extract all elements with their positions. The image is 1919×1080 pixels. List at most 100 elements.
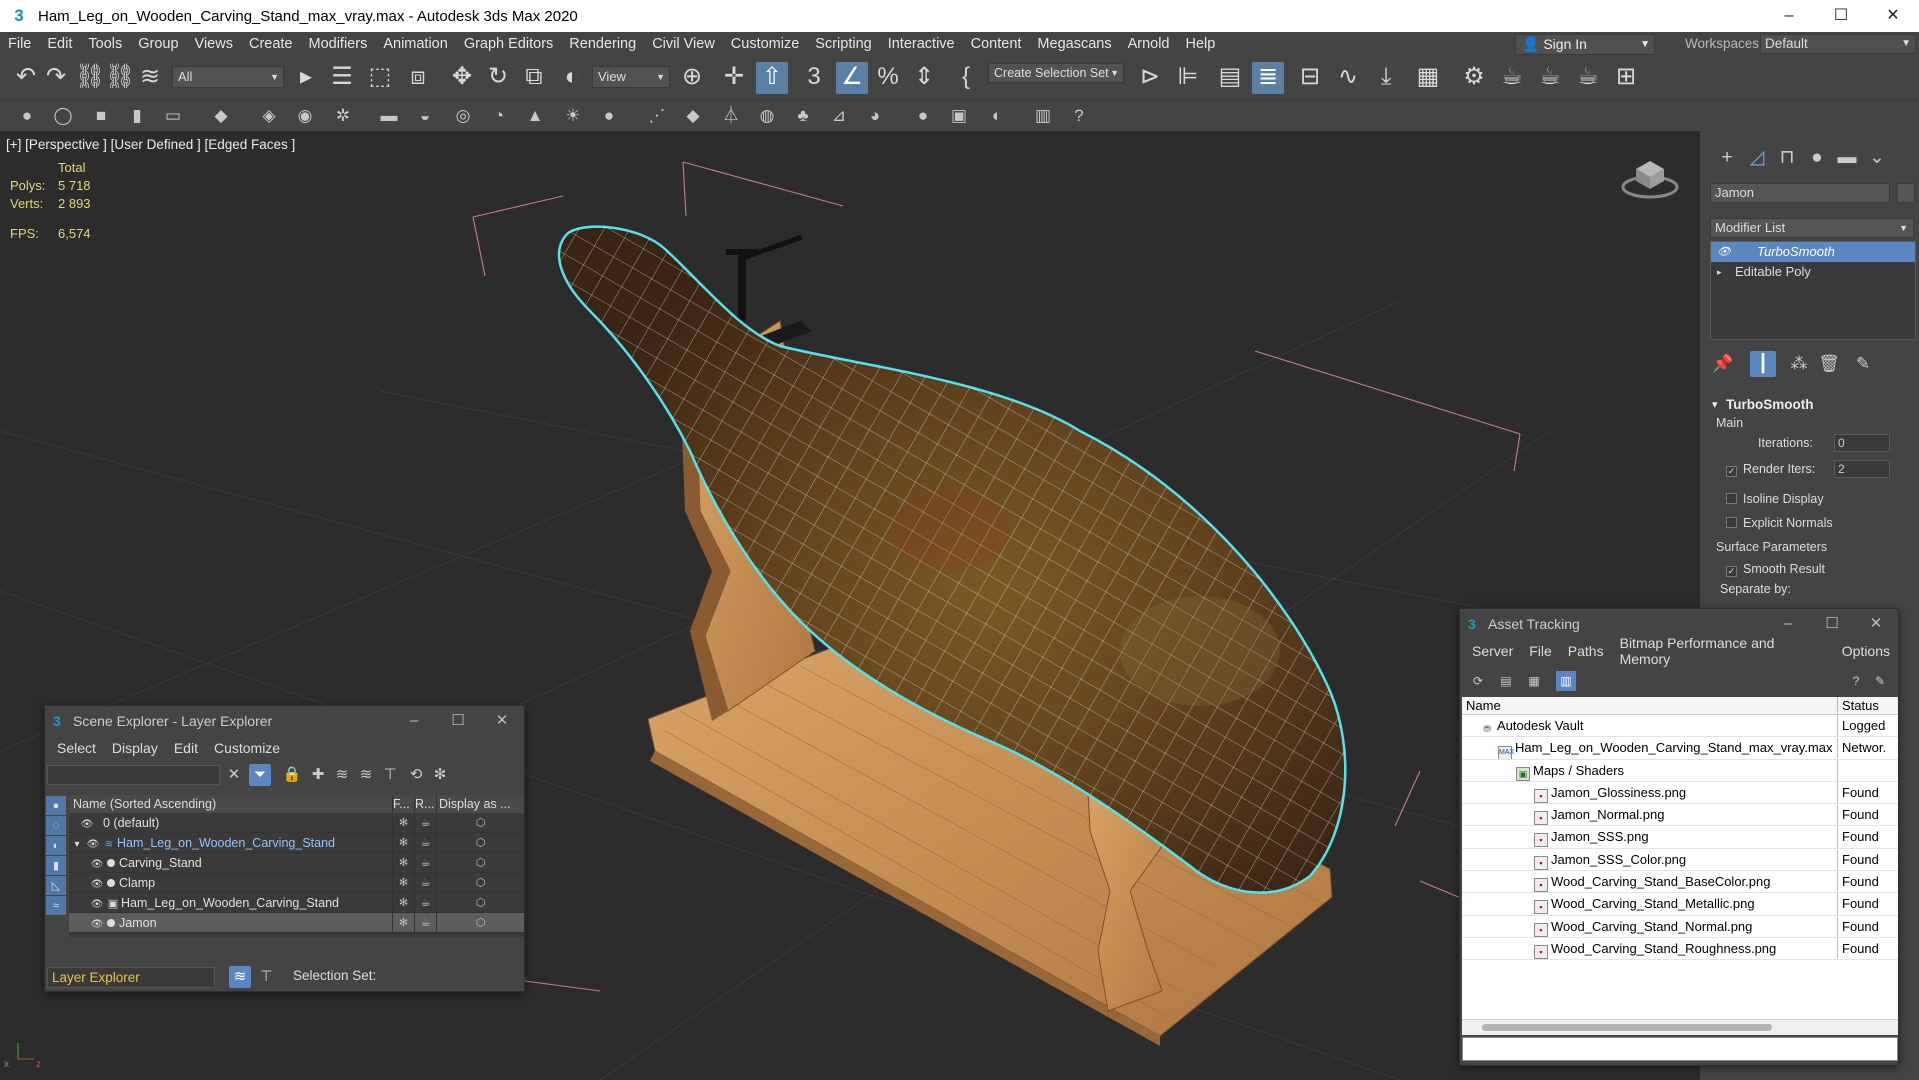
stack-item-editable-poly[interactable]: ▸ Editable Poly xyxy=(1711,262,1915,282)
search-input[interactable] xyxy=(47,765,220,785)
freeze-icon[interactable]: ✻ xyxy=(392,893,414,912)
vray-sphere-light-icon[interactable]: ◎ xyxy=(450,103,476,129)
window-crossing-icon[interactable]: ⧈ xyxy=(402,62,434,94)
table-row[interactable]: ▪ Jamon_Normal.png Found xyxy=(1462,804,1898,827)
vray-dome-camera-icon[interactable]: ◕ xyxy=(862,103,888,129)
display-lights-icon[interactable]: ◐ xyxy=(46,836,66,856)
display-spacewarps-icon[interactable]: ≈ xyxy=(46,896,66,916)
at-menu-paths[interactable]: Paths xyxy=(1560,643,1612,659)
layers-icon[interactable]: ≋ xyxy=(331,764,353,786)
torus-icon[interactable]: ◯ xyxy=(50,103,76,129)
vray-displacement-icon[interactable]: ⏃ xyxy=(718,103,744,129)
rendered-frame-window-icon[interactable]: ☕ xyxy=(1496,62,1528,94)
create-layer-icon[interactable]: ✚ xyxy=(307,764,329,786)
menu-modifiers[interactable]: Modifiers xyxy=(301,32,376,56)
utilities-tab-icon[interactable]: ⌄ xyxy=(1862,147,1892,169)
freeze-icon[interactable]: ✻ xyxy=(392,813,414,832)
mirror-icon[interactable]: ⊳ xyxy=(1134,62,1166,94)
menu-help[interactable]: Help xyxy=(1178,32,1224,56)
expand-arrow-icon[interactable]: ▸ xyxy=(1717,262,1735,282)
pin-stack-icon[interactable]: 📌 xyxy=(1710,351,1736,377)
layers-toggle-icon[interactable]: ≋ xyxy=(229,966,251,988)
vray-fur-icon[interactable]: ⋰ xyxy=(644,103,670,129)
layers-stack-icon[interactable]: ≋ xyxy=(355,764,377,786)
table-row[interactable]: MAXHam_Leg_on_Wooden_Carving_Stand_max_v… xyxy=(1462,737,1898,760)
link-icon[interactable]: ⛓ xyxy=(74,62,106,94)
menu-animation[interactable]: Animation xyxy=(375,32,455,56)
rectangular-selection-icon[interactable]: ⬚ xyxy=(364,62,396,94)
workspaces-dropdown[interactable]: Default ▼ xyxy=(1760,34,1916,54)
column-renderable[interactable]: R... xyxy=(414,795,436,813)
teapot-icon[interactable]: ☕ xyxy=(414,813,436,832)
plane-icon[interactable]: ▭ xyxy=(160,103,186,129)
table-row[interactable]: ▪ Wood_Carving_Stand_BaseColor.png Found xyxy=(1462,871,1898,894)
render-production-icon[interactable]: ☕ xyxy=(1534,62,1566,94)
table-row[interactable]: ▪ Wood_Carving_Stand_Roughness.png Found xyxy=(1462,937,1898,961)
display-shapes-icon[interactable]: ◌ xyxy=(46,816,66,836)
vray-material-icon[interactable]: ▣ xyxy=(946,103,972,129)
vray-clipper-icon[interactable]: ♣ xyxy=(790,103,816,129)
show-end-result-icon[interactable]: ┃ xyxy=(1750,351,1776,377)
explicit-normals-checkbox[interactable]: Explicit Normals xyxy=(1726,516,1833,530)
display-as-icon[interactable]: ⬡ xyxy=(436,893,524,912)
freeze-icon[interactable]: ✻ xyxy=(392,913,414,932)
display-as-icon[interactable]: ⬡ xyxy=(436,833,524,852)
scale-icon[interactable]: ⧉ xyxy=(518,62,550,94)
box-icon[interactable]: ■ xyxy=(88,103,114,129)
move-icon[interactable]: ✥ xyxy=(446,62,478,94)
display-none-icon[interactable]: ● xyxy=(46,796,66,816)
menu-file[interactable]: File xyxy=(0,32,39,56)
se-menu-display[interactable]: Display xyxy=(104,740,166,756)
ribbon-toggle-icon[interactable]: ⊟ xyxy=(1294,62,1326,94)
menu-content[interactable]: Content xyxy=(963,32,1030,56)
menu-group[interactable]: Group xyxy=(130,32,186,56)
table-row[interactable]: ▪ Wood_Carving_Stand_Metallic.png Found xyxy=(1462,893,1898,916)
material-editor-icon[interactable]: ▦ xyxy=(1412,62,1444,94)
keyboard-shortcut-override-icon[interactable]: ⇧ xyxy=(756,62,788,94)
vray-tools-icon[interactable]: ▥ xyxy=(1030,103,1056,129)
table-row[interactable]: 👁 Carving_Stand ✻ ☕ ⬡ xyxy=(69,853,524,873)
eye-icon[interactable]: 👁 xyxy=(89,875,105,892)
angle-snap-icon[interactable]: ∠ xyxy=(836,62,868,94)
clear-search-icon[interactable]: ✕ xyxy=(223,764,245,786)
select-by-name-icon[interactable]: ☰ xyxy=(326,62,358,94)
menu-graph-editors[interactable]: Graph Editors xyxy=(456,32,561,56)
at-menu-options[interactable]: Options xyxy=(1834,643,1898,659)
menu-megascans[interactable]: Megascans xyxy=(1029,32,1119,56)
close-button[interactable]: ✕ xyxy=(1854,609,1898,639)
column-name[interactable]: Name (Sorted Ascending) xyxy=(69,795,392,813)
menu-tools[interactable]: Tools xyxy=(80,32,130,56)
column-display-as[interactable]: Display as ... xyxy=(436,795,524,813)
bind-space-warp-icon[interactable]: ≋ xyxy=(134,62,166,94)
stack-item-turbosmooth[interactable]: 👁 TurboSmooth xyxy=(1711,242,1915,262)
minimize-button[interactable]: – xyxy=(1763,0,1815,32)
unlink-icon[interactable]: ⛓ xyxy=(104,62,136,94)
column-frozen[interactable]: F... xyxy=(392,795,414,813)
menu-customize[interactable]: Customize xyxy=(723,32,808,56)
column-status[interactable]: Status xyxy=(1838,697,1879,714)
table-row[interactable]: ▪ Jamon_Glossiness.png Found xyxy=(1462,781,1898,805)
at-menu-file[interactable]: File xyxy=(1521,643,1560,659)
menu-arnold[interactable]: Arnold xyxy=(1120,32,1178,56)
motion-tab-icon[interactable]: ● xyxy=(1802,147,1832,169)
make-unique-icon[interactable]: ⁂ xyxy=(1786,351,1812,377)
table-row[interactable]: 👁 ▣ Ham_Leg_on_Wooden_Carving_Stand ✻ ☕ ⬡ xyxy=(69,893,524,913)
schematic-view-icon[interactable]: ⤓ xyxy=(1370,62,1402,94)
menu-edit[interactable]: Edit xyxy=(39,32,80,56)
render-setup-icon[interactable]: ⚙ xyxy=(1458,62,1490,94)
maximize-button[interactable]: ☐ xyxy=(436,706,480,736)
at-menu-server[interactable]: Server xyxy=(1464,643,1521,659)
render-iters-checkbox[interactable]: ✓ Render Iters: xyxy=(1726,462,1815,477)
cylinder-icon[interactable]: ▮ xyxy=(124,103,150,129)
display-tab-icon[interactable]: ▬ xyxy=(1832,147,1862,169)
teapot-icon[interactable]: ☕ xyxy=(414,873,436,892)
rotate-icon[interactable]: ↻ xyxy=(482,62,514,94)
select-object-icon[interactable]: ▸ xyxy=(290,62,322,94)
pivot-center-icon[interactable]: ⊕ xyxy=(676,62,708,94)
se-menu-edit[interactable]: Edit xyxy=(166,740,206,756)
scene-explorer-icon[interactable]: ▤ xyxy=(1214,62,1246,94)
vray-sphere-icon[interactable]: ◍ xyxy=(754,103,780,129)
eye-icon[interactable]: 👁 xyxy=(89,895,105,912)
create-tab-icon[interactable]: + xyxy=(1712,147,1742,169)
table-row[interactable]: ▾ 👁 ≋ Ham_Leg_on_Wooden_Carving_Stand ✻ ☕ ⬡ xyxy=(69,833,524,853)
